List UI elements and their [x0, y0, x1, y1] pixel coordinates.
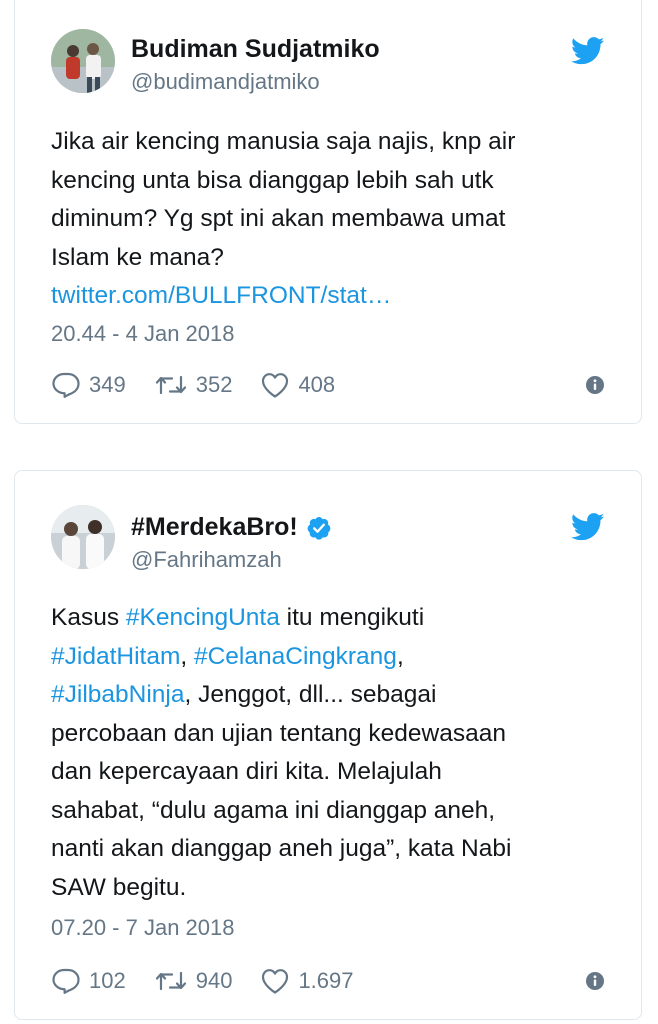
retweet-button[interactable]: 352	[154, 372, 233, 398]
reply-count: 349	[89, 372, 126, 397]
tweet-text-line: #JidatHitam, #CelanaCingkrang,	[51, 638, 611, 677]
twitter-bird-icon[interactable]	[571, 513, 605, 541]
hashtag-link[interactable]: #JilbabNinja	[51, 681, 184, 708]
retweet-icon	[155, 375, 186, 395]
reply-icon	[52, 968, 80, 994]
author-name[interactable]: #MerdekaBro!	[131, 513, 332, 542]
reply-button[interactable]: 102	[51, 967, 126, 995]
tweet-actions: 102 940 1.697	[51, 965, 605, 997]
tweet-text-line: kencing unta bisa dianggap lebih sah utk	[51, 166, 494, 194]
author-handle[interactable]: @Fahrihamzah	[131, 547, 282, 573]
tweet-text-line: Kasus #KencingUnta itu mengikuti	[51, 599, 611, 638]
reply-icon	[52, 372, 80, 398]
like-button[interactable]: 1.697	[260, 967, 354, 995]
tweet-timestamp[interactable]: 07.20 - 7 Jan 2018	[51, 915, 234, 941]
like-count: 1.697	[298, 968, 354, 993]
author-name-text[interactable]: Budiman Sudjatmiko	[131, 35, 380, 64]
avatar[interactable]	[51, 29, 115, 93]
like-count: 408	[298, 372, 336, 397]
avatar[interactable]	[51, 505, 115, 569]
text-segment: ,	[396, 642, 404, 670]
tweet-timestamp[interactable]: 20.44 - 4 Jan 2018	[51, 321, 234, 347]
text-segment: Kasus	[51, 604, 126, 631]
tweet-text-line: Jika air kencing manusia saja najis, knp…	[51, 128, 516, 155]
like-button[interactable]: 408	[260, 371, 335, 399]
text-segment: , Jenggot, dll... sebagai	[184, 681, 437, 708]
tweet-text-line: Islam ke mana?	[51, 243, 224, 271]
tweet-text-line: dan kepercayaan diri kita. Melajulah	[51, 758, 442, 785]
verified-badge-icon	[306, 515, 332, 541]
heart-icon	[262, 373, 289, 398]
text-segment: itu mengikuti	[279, 604, 425, 631]
reply-count: 102	[89, 968, 126, 993]
author-name[interactable]: Budiman Sudjatmiko	[131, 35, 380, 64]
tweet-text: Kasus #KencingUnta itu mengikuti #JidatH…	[51, 599, 611, 907]
twitter-bird-icon[interactable]	[571, 37, 605, 65]
author-handle[interactable]: @budimandjatmiko	[131, 69, 320, 95]
reply-button[interactable]: 349	[51, 371, 126, 399]
tweet-card-budiman[interactable]: Budiman Sudjatmiko @budimandjatmiko Jika…	[14, 0, 642, 424]
author-name-text[interactable]: #MerdekaBro!	[131, 513, 298, 542]
retweet-count: 352	[195, 372, 233, 397]
tweet-text-line: SAW begitu.	[51, 873, 187, 901]
tweet-text-line: percobaan dan ujian tentang kedewasaan	[51, 719, 506, 747]
tweet-text: Jika air kencing manusia saja najis, knp…	[51, 123, 611, 316]
tweet-card-merdekabro[interactable]: #MerdekaBro! @Fahrihamzah Kasus #Kencing…	[14, 470, 642, 1020]
text-segment: ,	[180, 642, 194, 670]
hashtag-link[interactable]: #CelanaCingkrang	[194, 643, 397, 670]
hashtag-link[interactable]: #KencingUnta	[126, 604, 280, 631]
tweet-text-line: diminum? Yg spt ini akan membawa umat	[51, 205, 506, 232]
tweet-link[interactable]: twitter.com/BULLFRONT/stat…	[51, 277, 611, 316]
info-icon[interactable]	[585, 971, 605, 991]
hashtag-link[interactable]: #JidatHitam	[51, 643, 180, 670]
tweet-text-line: #JilbabNinja, Jenggot, dll... sebagai	[51, 676, 611, 715]
retweet-count: 940	[195, 968, 233, 993]
tweet-text-line: nanti akan dianggap aneh juga”, kata Nab…	[51, 835, 512, 862]
info-icon[interactable]	[585, 375, 605, 395]
retweet-button[interactable]: 940	[154, 968, 233, 994]
retweet-icon	[155, 971, 186, 991]
heart-icon	[262, 969, 289, 994]
tweet-text-line: sahabat, “dulu agama ini dianggap aneh,	[51, 796, 496, 824]
tweet-actions: 349 352 408	[51, 369, 605, 401]
